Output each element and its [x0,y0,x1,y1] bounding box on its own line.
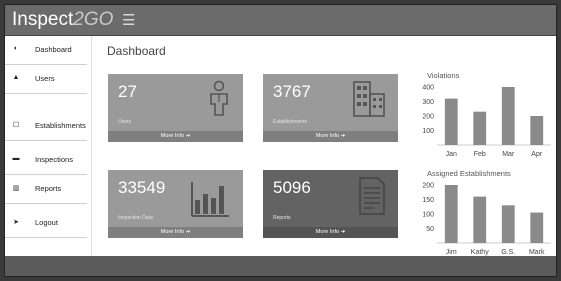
assigned-establishments-chart-title: Assigned Establishments [427,169,511,178]
bar [501,205,515,243]
app-window: Inspect2GO ☰ ◐ Dashboard ▲ Users ☐ Estab… [4,4,557,277]
sidebar-item-label: Inspections [35,155,73,164]
inspection-icon: ▬ [12,155,20,162]
x-tick-label: Apr [531,151,543,158]
sidebar-item-establishments[interactable]: ☐ Establishments [5,112,87,141]
sidebar-item-logout[interactable]: ➤ Logout [5,209,87,238]
y-tick-label: 100 [422,128,434,135]
more-info-link[interactable]: More Info ➜ [108,227,243,238]
x-tick-label: Mark [529,249,545,256]
sidebar-item-label: Reports [35,184,62,193]
document-icon [359,177,385,215]
x-tick-label: Mar [502,151,515,158]
bar [444,185,458,243]
menu-toggle-icon[interactable]: ☰ [122,11,135,29]
card-value: 33549 [118,178,166,197]
sidebar-item-label: Logout [35,218,58,227]
card-users: 27 Users More Info ➜ [108,74,243,142]
brand-name: Inspect [12,9,74,30]
violations-chart-title: Violations [427,71,460,80]
page-title: Dashboard [107,44,166,58]
y-tick-label: 150 [422,197,434,204]
x-tick-label: G.S. [501,249,515,256]
card-subtitle: Inspection Data [118,215,153,221]
logout-icon: ➤ [13,219,19,226]
card-value: 27 [118,82,137,101]
more-info-link[interactable]: More Info ➜ [108,131,243,142]
establishment-icon: ☐ [12,122,20,129]
bottom-bar [5,256,556,276]
card-subtitle: Users [118,119,132,125]
y-tick-label: 100 [422,212,434,219]
card-value: 5096 [273,178,311,197]
y-tick-label: 50 [426,226,434,233]
violations-chart: 400 300 200 100 Jan Feb Mar Apr [422,85,551,158]
sidebar-item-reports[interactable]: ▥ Reports [5,175,87,204]
user-figure-icon [210,80,228,116]
bar [530,116,544,145]
chart-icon: ▥ [12,185,20,192]
x-tick-label: Jim [446,249,457,256]
y-tick-label: 300 [422,99,434,106]
x-tick-label: Feb [474,151,486,158]
user-icon: ▲ [12,74,20,81]
bar [473,111,487,145]
bar [501,87,515,145]
brand-accent: 2GO [73,9,114,30]
buildings-icon [353,81,385,117]
bar [444,98,458,145]
top-bar: Inspect2GO ☰ [5,5,556,36]
card-inspection-data: 33549 Inspection Data More Info ➜ [108,170,243,238]
card-subtitle: Reports [273,215,291,221]
card-value: 3767 [273,82,311,101]
x-tick-label: Kathy [471,249,489,256]
x-tick-label: Jan [446,151,457,158]
bar-chart-icon [191,182,229,217]
card-reports: 5096 Reports More Info ➜ [263,170,398,238]
main-content: Dashboard 27 Users More Info ➜ 3767 Esta… [95,36,555,256]
card-subtitle: Establishments [273,119,307,125]
more-info-link[interactable]: More Info ➜ [263,131,398,142]
sidebar-item-dashboard[interactable]: ◐ Dashboard [5,36,87,65]
dashboard-icon: ◐ [13,45,19,52]
brand-logo[interactable]: Inspect2GO [12,9,113,31]
sidebar-item-inspections[interactable]: ▬ Inspections [5,146,87,175]
card-establishments: 3767 Establishments More Info ➜ [263,74,398,142]
y-tick-label: 200 [422,114,434,121]
sidebar-item-label: Dashboard [35,45,72,54]
assigned-establishments-chart: 200 150 100 50 Jim Kathy G.S. Mark [422,183,551,256]
bar [473,196,487,243]
bar [530,212,544,243]
y-tick-label: 400 [422,85,434,92]
more-info-link[interactable]: More Info ➜ [263,227,398,238]
sidebar-item-label: Users [35,74,55,83]
sidebar: ◐ Dashboard ▲ Users ☐ Establishments ▬ I… [5,36,92,256]
sidebar-item-label: Establishments [35,121,86,130]
y-tick-label: 200 [422,183,434,190]
sidebar-item-users[interactable]: ▲ Users [5,65,87,94]
